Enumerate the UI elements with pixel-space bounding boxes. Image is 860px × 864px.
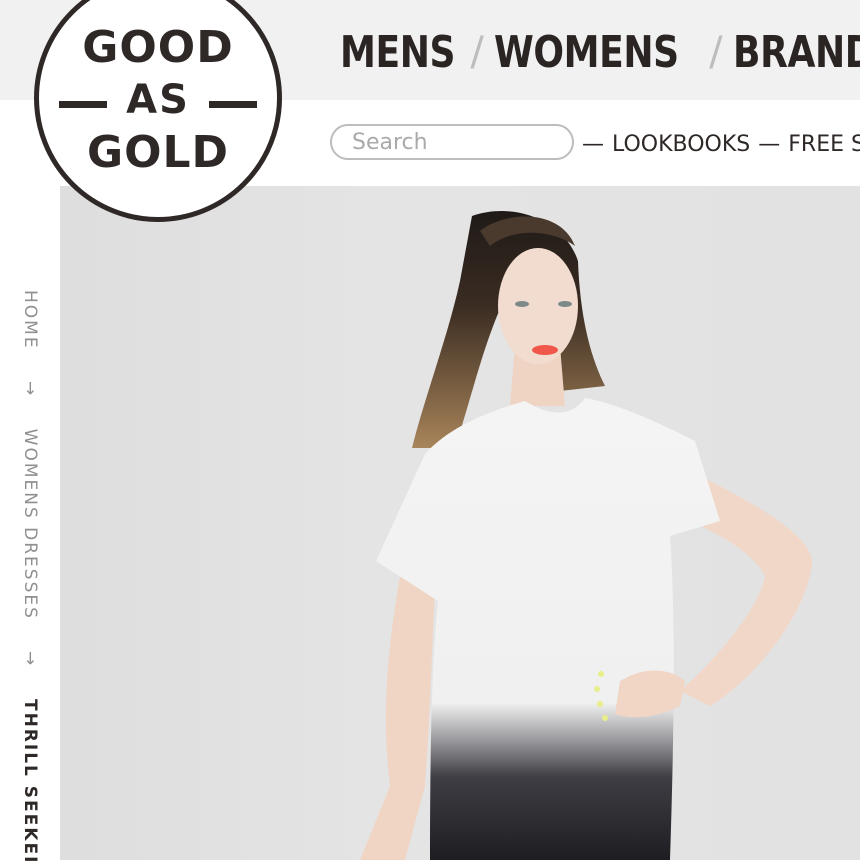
breadcrumb-arrow-icon: → — [20, 651, 40, 668]
free-shipping-link[interactable]: FREE SH — [788, 132, 860, 157]
lookbooks-link[interactable]: LOOKBOOKS — [612, 132, 750, 157]
search-input[interactable] — [330, 124, 574, 160]
product-photo[interactable] — [60, 186, 860, 860]
subnav-dash: — — [758, 131, 781, 157]
nav-separator: / — [709, 29, 723, 75]
main-nav: MENS / WOMENS / BRAND — [340, 22, 860, 82]
nav-mens-link[interactable]: MENS — [340, 27, 456, 78]
nav-womens-link[interactable]: WOMENS — [494, 27, 679, 78]
logo-dash — [209, 101, 257, 108]
nav-separator: / — [470, 29, 484, 75]
breadcrumb-womens-dresses[interactable]: WOMENS DRESSES — [20, 429, 40, 620]
breadcrumb-arrow-icon: → — [20, 380, 40, 398]
model-illustration — [360, 211, 812, 860]
logo-text-gold: GOLD — [86, 127, 230, 178]
nav-brands-link[interactable]: BRAND — [733, 27, 860, 78]
subnav-dash: — — [582, 131, 604, 157]
logo-text-good: GOOD — [82, 22, 234, 73]
breadcrumb: HOME → WOMENS DRESSES → THRILL SEEKEI — [20, 290, 40, 864]
breadcrumb-home[interactable]: HOME — [20, 290, 40, 350]
secondary-nav: — LOOKBOOKS — FREE SH — [582, 126, 860, 162]
logo-text-as: AS — [126, 77, 190, 123]
breadcrumb-current: THRILL SEEKEI — [20, 698, 40, 864]
